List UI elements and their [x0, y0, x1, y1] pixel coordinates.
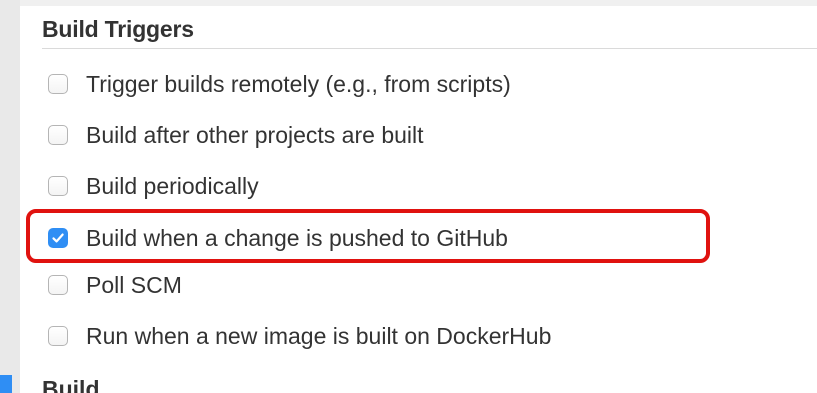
trigger-poll-scm-label[interactable]: Poll SCM	[86, 270, 182, 300]
trigger-periodically-label[interactable]: Build periodically	[86, 171, 259, 201]
trigger-github-push-label[interactable]: Build when a change is pushed to GitHub	[86, 223, 508, 253]
next-section-title: Build	[42, 376, 100, 393]
section-divider	[42, 48, 817, 49]
trigger-after-other-projects-checkbox[interactable]	[48, 125, 68, 145]
trigger-dockerhub-checkbox[interactable]	[48, 326, 68, 346]
trigger-poll-scm-checkbox[interactable]	[48, 275, 68, 295]
trigger-periodically-row[interactable]: Build periodically	[48, 169, 259, 203]
trigger-github-push-row[interactable]: Build when a change is pushed to GitHub	[48, 221, 508, 255]
panel-top-strip	[20, 0, 817, 6]
trigger-dockerhub-row[interactable]: Run when a new image is built on DockerH…	[48, 319, 551, 353]
trigger-remote-row[interactable]: Trigger builds remotely (e.g., from scri…	[48, 67, 511, 101]
trigger-poll-scm-row[interactable]: Poll SCM	[48, 268, 182, 302]
trigger-github-push-checkbox[interactable]	[48, 228, 68, 248]
trigger-remote-checkbox[interactable]	[48, 74, 68, 94]
trigger-after-other-projects-label[interactable]: Build after other projects are built	[86, 120, 424, 150]
trigger-periodically-checkbox[interactable]	[48, 176, 68, 196]
trigger-after-other-projects-row[interactable]: Build after other projects are built	[48, 118, 424, 152]
section-title: Build Triggers	[42, 16, 194, 42]
trigger-remote-label[interactable]: Trigger builds remotely (e.g., from scri…	[86, 69, 511, 99]
build-triggers-panel: Build Triggers Trigger builds remotely (…	[20, 0, 817, 393]
checkmark-icon	[52, 233, 64, 243]
left-accent-bar	[0, 375, 12, 393]
trigger-dockerhub-label[interactable]: Run when a new image is built on DockerH…	[86, 321, 551, 351]
